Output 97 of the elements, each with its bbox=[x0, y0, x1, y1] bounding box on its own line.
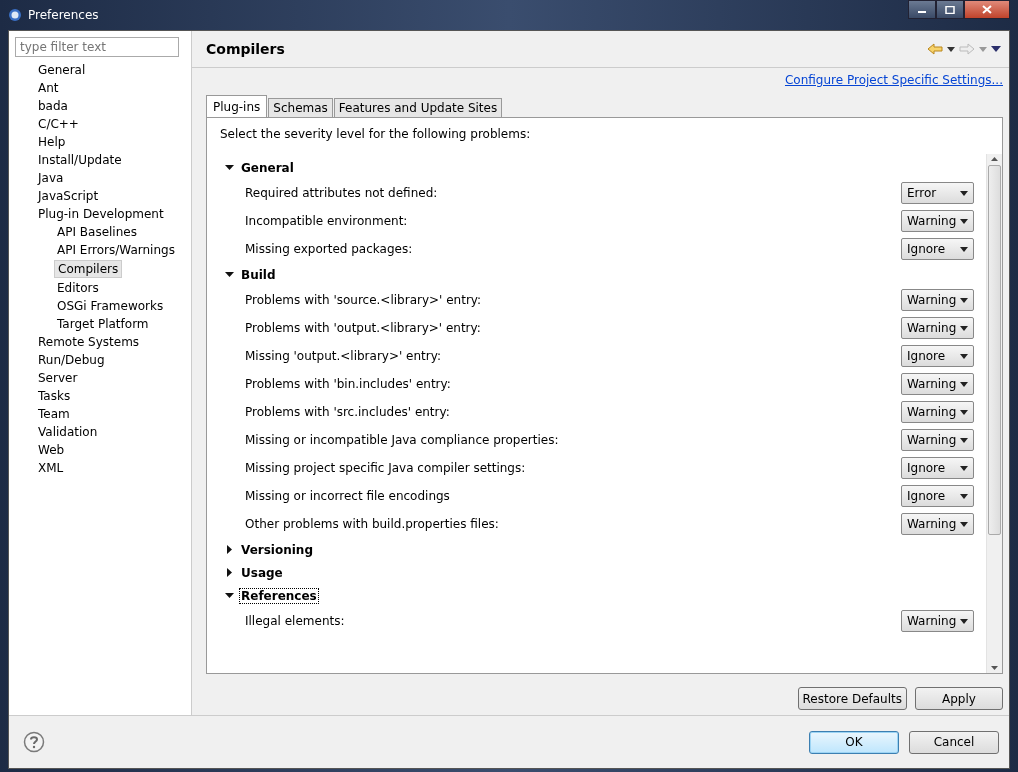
tree-item[interactable]: Java bbox=[35, 169, 67, 187]
tree-item[interactable]: Editors bbox=[54, 279, 102, 297]
severity-dropdown[interactable]: Warning bbox=[901, 317, 974, 339]
maximize-button[interactable] bbox=[936, 0, 964, 19]
severity-dropdown[interactable]: Warning bbox=[901, 373, 974, 395]
configure-link[interactable]: Configure Project Specific Settings... bbox=[784, 73, 1003, 95]
option-label: Incompatible environment: bbox=[245, 214, 408, 228]
maximize-icon bbox=[945, 5, 955, 14]
severity-dropdown[interactable]: Warning bbox=[901, 610, 974, 632]
tab[interactable]: Schemas bbox=[268, 98, 333, 117]
tree-item[interactable]: Plug-in Development bbox=[35, 205, 167, 223]
caret-icon bbox=[960, 297, 968, 303]
caret-icon bbox=[960, 381, 968, 387]
close-icon bbox=[982, 5, 992, 14]
caret-icon bbox=[960, 521, 968, 527]
option-label: Illegal elements: bbox=[245, 614, 345, 628]
app-icon bbox=[8, 8, 22, 22]
tree-item[interactable]: Help bbox=[35, 133, 69, 151]
filter-field[interactable]: type filter text bbox=[15, 37, 179, 57]
section-title[interactable]: Build bbox=[240, 267, 277, 282]
caret-icon bbox=[960, 353, 968, 359]
tree-item[interactable]: XML bbox=[35, 459, 67, 477]
dialog-button[interactable]: OK bbox=[809, 730, 899, 754]
option-label: Problems with 'output.<library>' entry: bbox=[245, 321, 481, 335]
tab[interactable]: Features and Update Sites bbox=[333, 98, 503, 117]
tree-item[interactable]: bada bbox=[35, 97, 71, 115]
expand-arrow-icon[interactable] bbox=[225, 591, 234, 600]
tree-item[interactable]: API Errors/Warnings bbox=[54, 241, 178, 259]
caret-icon bbox=[960, 218, 968, 224]
severity-dropdown[interactable]: Ignore bbox=[901, 485, 974, 507]
section-title[interactable]: Versioning bbox=[240, 542, 314, 557]
option-label: Required attributes not defined: bbox=[245, 186, 438, 200]
tree-item[interactable]: JavaScript bbox=[35, 187, 102, 205]
scroll-up-icon[interactable] bbox=[991, 157, 998, 161]
tree-item[interactable]: Server bbox=[35, 369, 81, 387]
caret-icon bbox=[960, 325, 968, 331]
severity-dropdown[interactable]: Warning bbox=[901, 210, 974, 232]
tree-item[interactable]: OSGi Frameworks bbox=[54, 297, 167, 315]
severity-dropdown[interactable]: Warning bbox=[901, 429, 974, 451]
caret-icon bbox=[960, 409, 968, 415]
tree-item[interactable]: C/C++ bbox=[35, 115, 82, 133]
tree-item[interactable]: Run/Debug bbox=[35, 351, 108, 369]
option-label: Missing 'output.<library>' entry: bbox=[245, 349, 441, 363]
option-label: Other problems with build.properties files: bbox=[245, 517, 499, 531]
dialog-button[interactable]: Cancel bbox=[909, 730, 999, 754]
tree-item[interactable]: Validation bbox=[35, 423, 101, 441]
option-label: Problems with 'source.<library>' entry: bbox=[245, 293, 482, 307]
page-button[interactable]: Restore Defaults bbox=[797, 687, 907, 710]
option-label: Missing or incompatible Java compliance properties: bbox=[245, 433, 559, 447]
caret-icon bbox=[960, 437, 968, 443]
option-label: Missing project specific Java compiler settings: bbox=[245, 461, 526, 475]
minimize-button[interactable] bbox=[908, 0, 936, 19]
severity-dropdown[interactable]: Warning bbox=[901, 289, 974, 311]
severity-dropdown[interactable]: Ignore bbox=[901, 457, 974, 479]
section-title[interactable]: References bbox=[240, 588, 318, 603]
intro-text: Select the severity level for the following problems: bbox=[219, 126, 532, 143]
scroll-down-icon[interactable] bbox=[991, 666, 998, 670]
tree-item[interactable]: General bbox=[35, 61, 89, 79]
section-title[interactable]: General bbox=[240, 160, 295, 175]
severity-dropdown[interactable]: Warning bbox=[901, 513, 974, 535]
section-title[interactable]: Usage bbox=[240, 565, 284, 580]
tree-item[interactable]: Team bbox=[35, 405, 73, 423]
tree-item[interactable]: Web bbox=[35, 441, 68, 459]
scrollbar[interactable] bbox=[986, 154, 1002, 673]
severity-dropdown[interactable]: Ignore bbox=[901, 345, 974, 367]
caret-icon bbox=[960, 493, 968, 499]
severity-dropdown[interactable]: Warning bbox=[901, 401, 974, 423]
tree-item[interactable]: Compilers bbox=[54, 260, 123, 278]
expand-arrow-icon[interactable] bbox=[225, 568, 234, 577]
option-label: Missing or incorrect file encodings bbox=[245, 489, 450, 503]
tree-item[interactable]: API Baselines bbox=[54, 223, 140, 241]
expand-arrow-icon[interactable] bbox=[225, 545, 234, 554]
page-button[interactable]: Apply bbox=[915, 687, 1003, 710]
menu-icon[interactable] bbox=[991, 46, 1001, 52]
tree-item[interactable]: Install/Update bbox=[35, 151, 125, 169]
caret-icon bbox=[960, 465, 968, 471]
tree-item[interactable]: Target Platform bbox=[54, 315, 152, 333]
tab[interactable]: Plug-ins bbox=[206, 95, 268, 117]
severity-dropdown[interactable]: Error bbox=[901, 182, 974, 204]
page-title: Compilers bbox=[206, 41, 285, 57]
severity-dropdown[interactable]: Ignore bbox=[901, 238, 974, 260]
tree-item[interactable]: Tasks bbox=[35, 387, 74, 405]
window-title: Preferences bbox=[28, 8, 99, 22]
expand-arrow-icon[interactable] bbox=[225, 163, 234, 172]
help-icon[interactable] bbox=[23, 731, 45, 753]
caret-icon bbox=[960, 246, 968, 252]
caret-icon bbox=[960, 618, 968, 624]
option-label: Missing exported packages: bbox=[245, 242, 413, 256]
expand-arrow-icon[interactable] bbox=[225, 270, 234, 279]
tree-item[interactable]: Ant bbox=[35, 79, 62, 97]
tree-item[interactable]: Remote Systems bbox=[35, 333, 143, 351]
close-button[interactable] bbox=[964, 0, 1010, 19]
scroll-thumb[interactable] bbox=[988, 165, 1001, 535]
option-label: Problems with 'src.includes' entry: bbox=[245, 405, 450, 419]
option-label: Problems with 'bin.includes' entry: bbox=[245, 377, 451, 391]
caret-icon[interactable] bbox=[947, 46, 955, 52]
caret-icon bbox=[960, 190, 968, 196]
